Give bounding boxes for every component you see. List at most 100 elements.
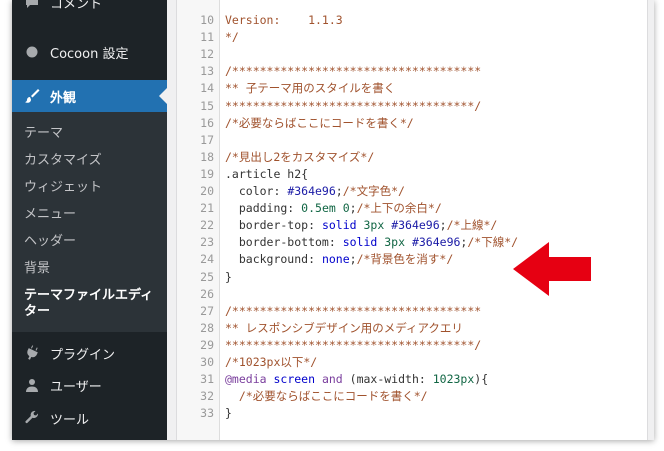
sidebar-item-label: コメント (50, 0, 103, 12)
code-token: solid (321, 218, 364, 233)
sidebar-item-cocoon-settings[interactable]: Cocoon 設定 (12, 36, 167, 68)
code-line: 29 ************************************/ (177, 337, 647, 354)
line-number: 30 (200, 355, 214, 369)
code-line: 28 ** レスポンシブデザイン用のメディアクエリ (177, 320, 647, 337)
code-text: /*1023px以下*/ (225, 354, 317, 371)
code-line: 22 border-top: solid 3px #364e96;/*上線*/ (177, 217, 647, 234)
code-line: 11 */ (177, 29, 647, 46)
code-token: .article h2{ (225, 166, 309, 181)
code-line: 21 padding: 0.5em 0;/*上下の余白*/ (177, 200, 647, 217)
code-token: #364e96 (411, 235, 461, 250)
code-text: } (225, 269, 232, 286)
line-number: 16 (200, 115, 214, 130)
line-number: 21 (200, 201, 214, 216)
code-line: 13 /************************************ (177, 63, 647, 80)
code-text: background: none;/*背景色を消す*/ (225, 251, 453, 268)
code-line: 27 /************************************ (177, 303, 647, 320)
code-token: /*上下の余白*/ (356, 201, 442, 216)
code-token: color: (225, 184, 288, 198)
code-token: @media (225, 372, 274, 387)
code-token: none (321, 252, 350, 267)
line-number: 23 (200, 235, 214, 250)
code-token: 1023px (432, 372, 475, 387)
sidebar-item-label: Cocoon 設定 (50, 46, 129, 62)
line-number: 26 (200, 286, 214, 301)
submenu-item-themes[interactable]: テーマ (24, 126, 63, 142)
paintbrush-icon (22, 86, 42, 106)
code-token: background: (225, 252, 322, 267)
code-line: 20 color: #364e96;/*文字色*/ (177, 183, 647, 200)
code-text: border-top: solid 3px #364e96;/*上線*/ (225, 217, 497, 234)
code-token: 3px (384, 235, 412, 250)
line-number: 29 (200, 337, 214, 352)
code-token: /*見出し2をカスタマイズ*/ (225, 149, 375, 164)
code-line: 18 /*見出し2をカスタマイズ*/ (177, 149, 647, 166)
submenu-item-customize[interactable]: カスタマイズ (24, 153, 102, 169)
code-line: 15 ************************************/ (177, 98, 647, 115)
code-token: border-top: (225, 218, 322, 233)
code-text: ************************************/ (225, 98, 481, 115)
sidebar-item-comments[interactable]: コメント (12, 0, 167, 18)
line-number: 18 (200, 149, 214, 164)
code-token: ; (439, 218, 447, 233)
code-line: 12 (177, 46, 647, 63)
sidebar-item-appearance[interactable]: 外観 (12, 80, 167, 112)
code-line: 30 /*1023px以下*/ (177, 354, 647, 371)
code-text: /************************************ (225, 63, 481, 80)
code-token: ** レスポンシブデザイン用のメディアクエリ (225, 320, 463, 335)
code-text: /************************************ (225, 303, 481, 320)
code-line: 31 @media screen and (max-width: 1023px){ (177, 371, 647, 388)
code-token: ** 子テーマ用のスタイルを書く (225, 81, 396, 96)
sidebar-item-users[interactable]: ユーザー (12, 369, 167, 401)
submenu-item-header[interactable]: ヘッダー (24, 234, 76, 250)
code-token: ; (349, 201, 357, 216)
code-token: and (321, 372, 350, 387)
plugin-icon (22, 343, 42, 363)
code-token: #364e96 (287, 184, 336, 198)
line-number: 33 (200, 406, 214, 421)
sidebar-item-plugins[interactable]: プラグイン (12, 337, 167, 369)
code-text: } (225, 405, 232, 422)
code-token: ; (349, 252, 357, 267)
line-number: 31 (200, 372, 214, 387)
submenu-item-widgets[interactable]: ウィジェット (24, 180, 102, 196)
code-token: /*文字色*/ (342, 184, 405, 198)
line-number: 28 (200, 320, 214, 335)
code-text: color: #364e96;/*文字色*/ (225, 183, 405, 200)
code-text: /*必要ならばここにコードを書く*/ (225, 115, 414, 132)
submenu-item-menus[interactable]: メニュー (24, 207, 76, 223)
line-number: 27 (200, 303, 214, 318)
code-token: } (225, 406, 232, 421)
line-number: 22 (200, 218, 214, 233)
code-text: .article h2{ (225, 166, 308, 183)
comment-icon (22, 0, 42, 12)
code-token: /*下線*/ (467, 235, 519, 250)
code-token: /************************************ (225, 303, 482, 318)
sidebar-item-tools[interactable]: ツール (12, 402, 167, 434)
code-editor[interactable]: 10 Version: 1.1.3 11 */ 12 13 /***************… (176, 0, 648, 440)
appearance-submenu: テーマ カスタマイズ ウィジェット メニュー ヘッダー 背景 テーマファイルエデ… (12, 112, 167, 332)
code-line: 33} (177, 405, 647, 422)
line-number: 10 (200, 13, 214, 27)
code-line: 14 ** 子テーマ用のスタイルを書く (177, 80, 647, 97)
content-area: 10 Version: 1.1.3 11 */ 12 13 /***************… (167, 0, 654, 440)
code-token: } (225, 269, 232, 284)
line-number: 14 (200, 81, 214, 96)
code-line: 16 /*必要ならばここにコードを書く*/ (177, 115, 647, 132)
code-text: ************************************/ (225, 337, 481, 354)
code-text: border-bottom: solid 3px #364e96;/*下線*/ (225, 234, 518, 251)
code-text: Version: 1.1.3 (225, 12, 343, 29)
code-text: ** 子テーマ用のスタイルを書く (225, 80, 395, 97)
submenu-item-background[interactable]: 背景 (24, 261, 50, 277)
line-number: 19 (200, 166, 214, 181)
line-number: 24 (200, 252, 214, 267)
code-token: (max-width: (349, 372, 433, 387)
code-line: 17 (177, 132, 647, 149)
code-token: padding: (225, 201, 302, 216)
line-number: 25 (200, 269, 214, 284)
users-icon (22, 375, 42, 395)
code-token: ; (335, 184, 343, 198)
code-token: /*必要ならばここにコードを書く*/ (225, 115, 414, 130)
code-text: padding: 0.5em 0;/*上下の余白*/ (225, 200, 442, 217)
submenu-item-theme-file-editor[interactable]: テーマファイルエディター (24, 288, 159, 320)
